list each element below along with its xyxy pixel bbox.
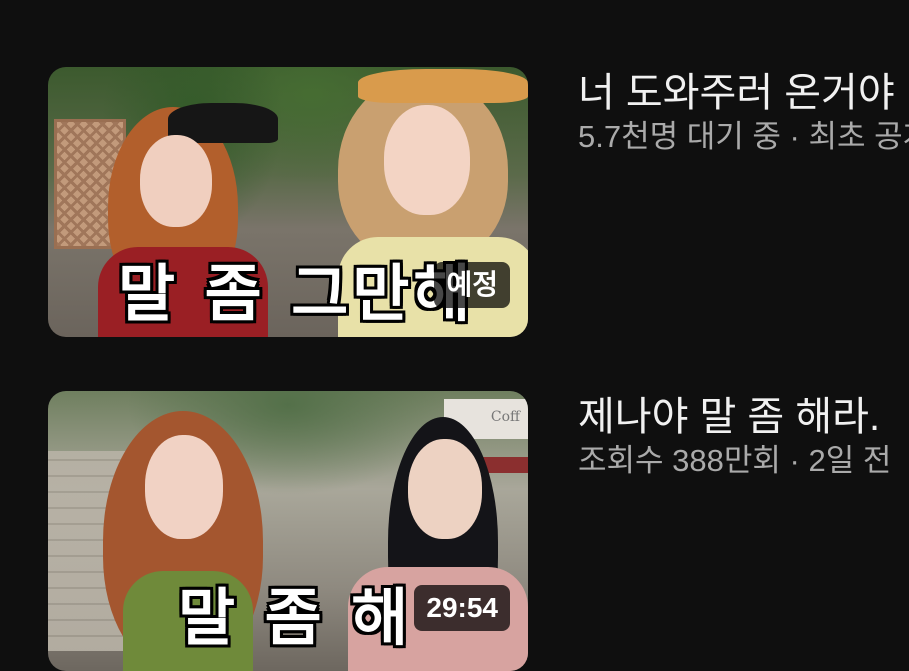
video-subtitle: 조회수 388만회 · 2일 전	[578, 443, 892, 478]
upcoming-badge: 예정	[434, 262, 510, 308]
video-meta: 너 도와주러 온거야 5.7천명 대기 중 · 최초 공개	[578, 69, 909, 157]
video-title[interactable]: 제나야 말 좀 해라.	[578, 393, 909, 441]
video-subtitle: 5.7천명 대기 중 · 최초 공개	[578, 119, 909, 154]
video-thumbnail[interactable]: 말 좀 그만해 예정	[48, 67, 528, 337]
video-thumbnail[interactable]: Coff 말 좀 해 29:54	[48, 391, 528, 671]
video-item-1[interactable]: 말 좀 그만해 예정 너 도와주러 온거야 5.7천명 대기 중 · 최초 공개	[0, 67, 909, 337]
video-item-2[interactable]: Coff 말 좀 해 29:54 제나야 말 좀 해라. 조회수 388만회 ·…	[0, 391, 909, 671]
thumbnail-caption: 말 좀 그만해	[118, 257, 475, 330]
video-title[interactable]: 너 도와주러 온거야	[578, 69, 909, 117]
video-meta: 제나야 말 좀 해라. 조회수 388만회 · 2일 전	[578, 393, 909, 481]
duration-badge: 29:54	[414, 585, 510, 631]
thumbnail-caption: 말 좀 해	[178, 581, 413, 654]
thumbnail-cafe-sign-text: Coff	[490, 409, 520, 425]
